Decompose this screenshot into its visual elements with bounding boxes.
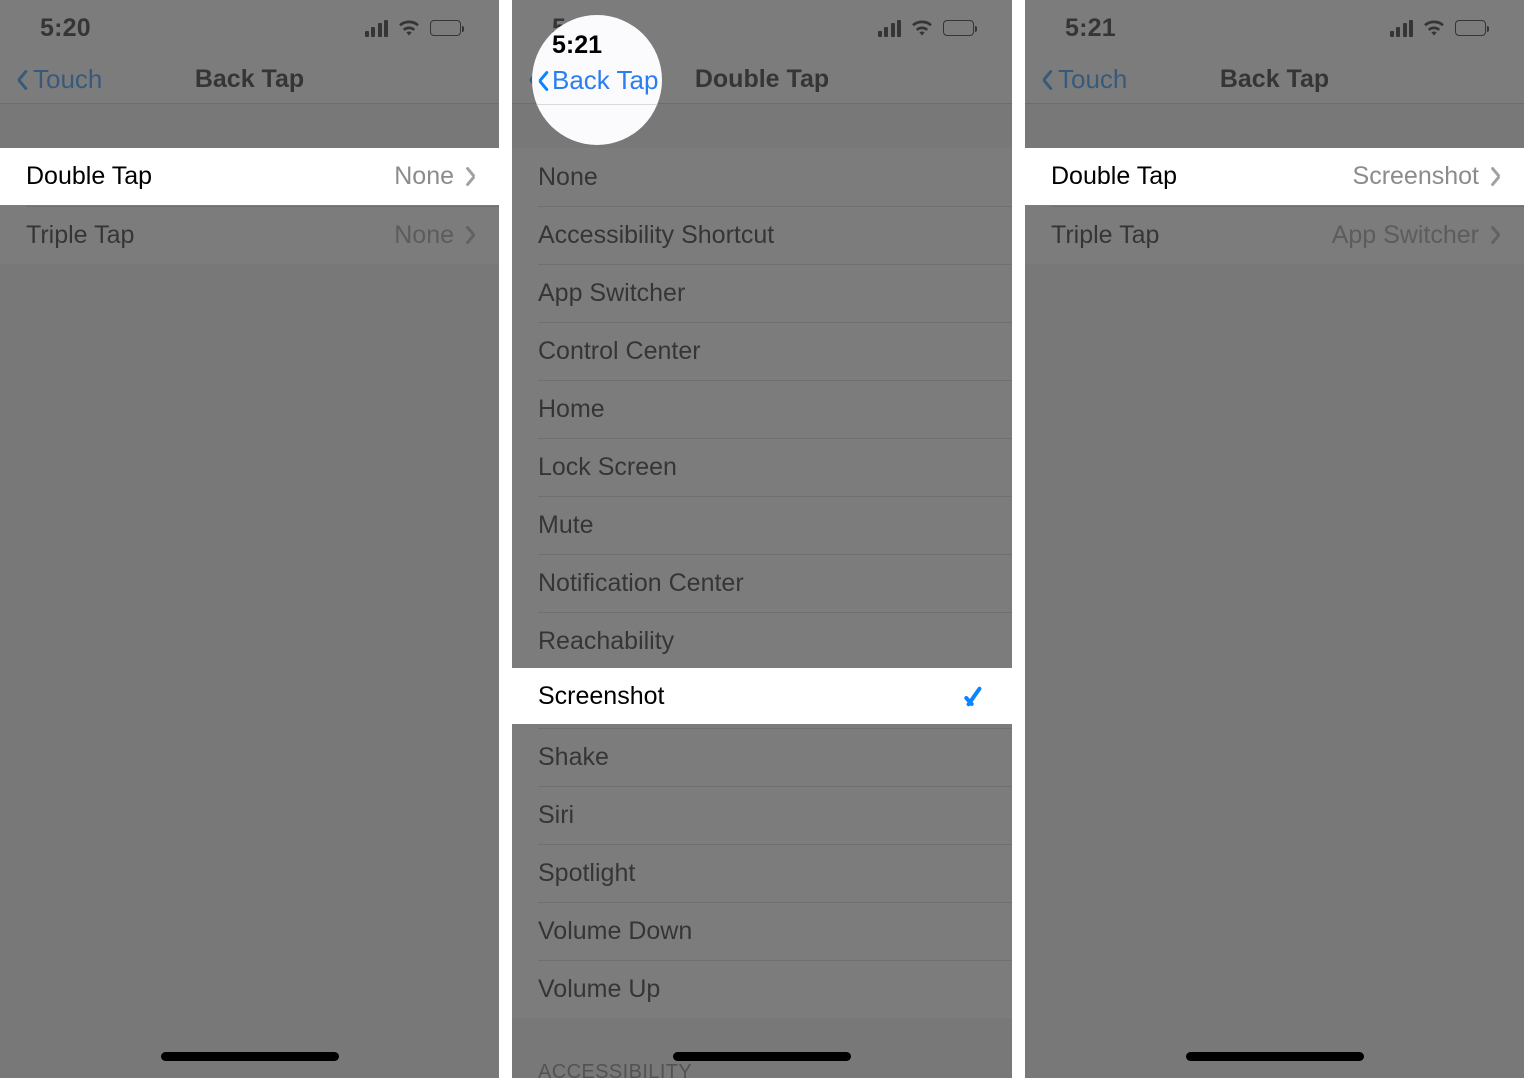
status-bar-clock: 5:21 — [1065, 13, 1116, 42]
nav-bar: Touch Back Tap — [1025, 56, 1524, 104]
cellular-bars-icon — [364, 19, 388, 37]
nav-bar: Touch Back Tap — [0, 56, 499, 104]
row-label: Double Tap — [26, 162, 153, 190]
battery-low-power-icon — [430, 20, 465, 36]
spotlight-content: 5:21 Back Tap — [532, 15, 662, 145]
option-label: Volume Down — [538, 916, 693, 945]
option-label: Mute — [538, 510, 594, 539]
section-header-accessibility: ACCESSIBILITY — [512, 1018, 1012, 1078]
status-bar-clock: 5:20 — [40, 13, 91, 42]
ios-screen: 5:21 Back Tap Double Tap None — [512, 0, 1012, 1078]
battery-low-power-icon — [943, 20, 978, 36]
status-bar-indicators — [877, 19, 978, 37]
status-bar-clock: 5:21 — [552, 31, 603, 59]
option-row[interactable]: Siri — [512, 786, 1012, 844]
option-row[interactable]: Home — [512, 380, 1012, 438]
option-label: Accessibility Shortcut — [538, 220, 775, 249]
battery-low-power-icon — [1455, 20, 1490, 36]
chevron-left-icon — [1041, 69, 1054, 91]
back-button[interactable]: Touch — [1041, 64, 1127, 95]
status-bar-indicators — [364, 19, 465, 37]
option-row[interactable]: Volume Up — [512, 960, 1012, 1018]
row-label: Triple Tap — [1051, 220, 1160, 249]
nav-bar-divider — [532, 104, 662, 105]
panel-back-tap-before: 5:20 Touch Back Tap Do — [0, 0, 499, 1078]
option-row[interactable]: Control Center — [512, 322, 1012, 380]
panel-back-tap-after: 5:21 Touch Back Tap Do — [1025, 0, 1524, 1078]
wifi-icon — [397, 19, 421, 37]
chevron-right-icon — [466, 167, 477, 187]
panel-divider — [499, 0, 512, 1078]
list-top-spacer — [1025, 104, 1524, 148]
back-button[interactable]: Back Tap — [537, 65, 658, 96]
option-row[interactable]: Accessibility Shortcut — [512, 206, 1012, 264]
option-row[interactable]: Shake — [512, 728, 1012, 786]
checkmark-icon — [964, 683, 990, 709]
option-label: Volume Up — [538, 974, 661, 1003]
option-row[interactable]: Notification Center — [512, 554, 1012, 612]
option-label: App Switcher — [538, 278, 686, 307]
cellular-bars-icon — [1389, 19, 1413, 37]
cellular-bars-icon — [877, 19, 901, 37]
back-button-label: Touch — [33, 64, 103, 94]
list-bottom-filler — [1025, 264, 1524, 1078]
wifi-icon — [910, 19, 934, 37]
back-button-label: Touch — [1058, 64, 1128, 94]
status-bar: 5:20 — [0, 0, 499, 56]
chevron-right-icon — [1491, 167, 1502, 187]
option-label: Shake — [538, 742, 609, 771]
highlight-row-double-tap[interactable]: Double Tap None — [0, 148, 499, 205]
option-label: None — [538, 162, 598, 191]
option-row[interactable]: Lock Screen — [512, 438, 1012, 496]
status-bar: 5:21 — [1025, 0, 1524, 56]
option-label: Reachability — [538, 626, 675, 655]
home-indicator[interactable] — [673, 1052, 851, 1061]
row-triple-tap[interactable]: Triple Tap App Switcher — [1025, 206, 1524, 264]
option-list: None Accessibility Shortcut App Switcher… — [512, 148, 1012, 1018]
home-indicator[interactable] — [160, 1052, 339, 1061]
option-label: Control Center — [538, 336, 701, 365]
spotlight-circle-back-button[interactable]: 5:21 Back Tap — [532, 15, 662, 145]
row-value: App Switcher — [1331, 220, 1479, 249]
status-bar-indicators — [1389, 19, 1490, 37]
row-value: None — [394, 162, 454, 190]
row-label: Double Tap — [1051, 162, 1178, 190]
highlight-row-screenshot[interactable]: Screenshot — [512, 668, 1012, 724]
option-label: Notification Center — [538, 568, 744, 597]
row-value: Screenshot — [1352, 162, 1479, 190]
option-row[interactable]: Spotlight — [512, 844, 1012, 902]
back-button-label: Back Tap — [552, 65, 659, 95]
chevron-left-icon — [537, 70, 550, 92]
home-indicator[interactable] — [1185, 1052, 1364, 1061]
option-row[interactable]: Mute — [512, 496, 1012, 554]
highlight-row-double-tap[interactable]: Double Tap Screenshot — [1025, 148, 1524, 205]
panel-divider — [1012, 0, 1025, 1078]
list-top-spacer — [0, 104, 499, 148]
row-value: None — [394, 220, 454, 249]
wifi-icon — [1422, 19, 1446, 37]
option-label: Screenshot — [538, 681, 665, 710]
back-button[interactable]: Touch — [16, 64, 102, 95]
tutorial-screenshot-strip: 5:20 Touch Back Tap Do — [0, 0, 1524, 1078]
option-label: Siri — [538, 800, 575, 829]
list-bottom-filler — [0, 264, 499, 1078]
chevron-right-icon — [466, 225, 477, 245]
option-label: Spotlight — [538, 858, 636, 887]
option-label: Lock Screen — [538, 452, 677, 481]
chevron-right-icon — [1491, 225, 1502, 245]
option-row[interactable]: Reachability — [512, 612, 1012, 670]
option-row[interactable]: App Switcher — [512, 264, 1012, 322]
option-label: Home — [538, 394, 605, 423]
option-row[interactable]: None — [512, 148, 1012, 206]
panel-double-tap-options: 5:21 Back Tap Double Tap None — [512, 0, 1012, 1078]
row-triple-tap[interactable]: Triple Tap None — [0, 206, 499, 264]
row-label: Triple Tap — [26, 220, 135, 249]
chevron-left-icon — [16, 69, 29, 91]
option-row[interactable]: Volume Down — [512, 902, 1012, 960]
